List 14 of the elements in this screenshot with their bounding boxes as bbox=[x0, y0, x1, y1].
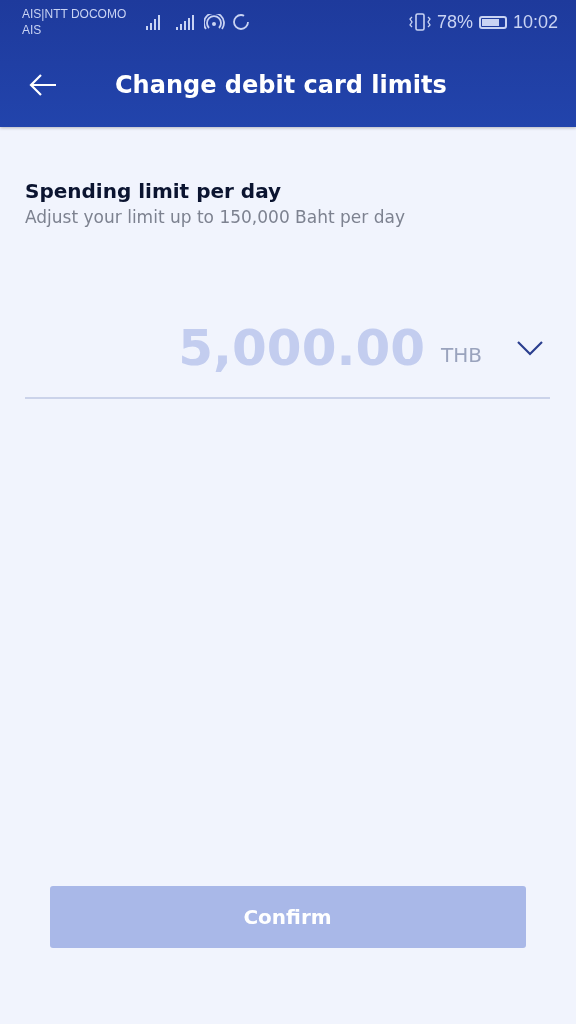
page-title: Change debit card limits bbox=[115, 71, 447, 99]
section-title: Spending limit per day bbox=[25, 179, 283, 203]
vibrate-icon bbox=[408, 13, 431, 31]
currency-label: THB bbox=[441, 343, 482, 367]
battery-icon bbox=[478, 15, 507, 29]
carrier-name: AIS|NTT DOCOMO bbox=[22, 6, 127, 22]
back-button[interactable] bbox=[28, 73, 58, 97]
clock: 10:02 bbox=[512, 11, 558, 33]
hotspot-icon bbox=[204, 14, 227, 30]
battery-percentage: 78% bbox=[436, 11, 473, 33]
chevron-down-icon[interactable] bbox=[516, 340, 544, 356]
loading-icon bbox=[232, 13, 251, 31]
carrier-name: AIS bbox=[22, 22, 43, 38]
section-description: Adjust your limit up to 150,000 Baht per day bbox=[25, 207, 406, 227]
